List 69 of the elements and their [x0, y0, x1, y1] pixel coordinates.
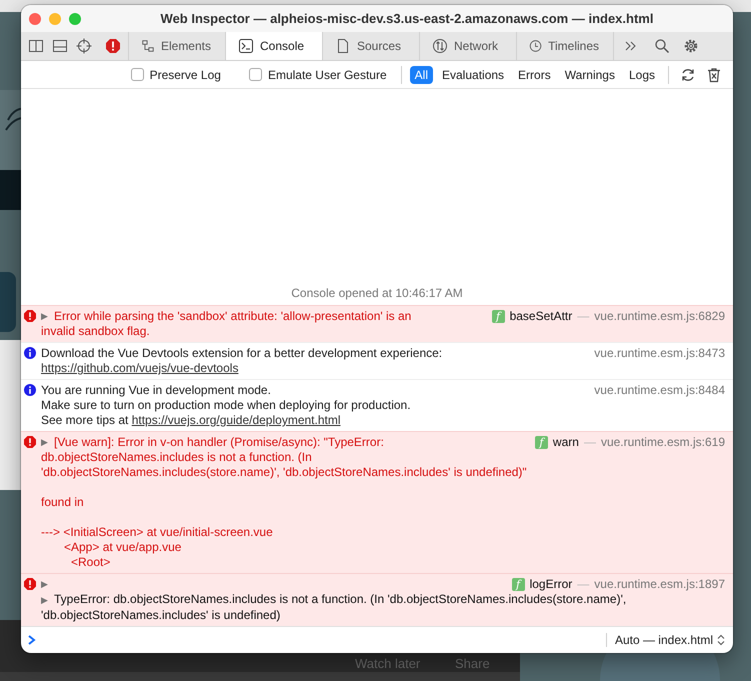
message-text: Error while parsing the 'sandbox' attribute: 'allow-presentation' is an	[54, 309, 412, 323]
settings-icon[interactable]	[683, 38, 699, 54]
message-text: invalid sandbox flag.	[41, 324, 150, 338]
source-link[interactable]: vue.runtime.esm.js:619	[600, 435, 725, 450]
message-text: You are running Vue in development mode.	[41, 383, 271, 397]
separator: —	[577, 309, 590, 324]
source-link[interactable]: vue.runtime.esm.js:1897	[594, 577, 725, 592]
filter-button[interactable]: Evaluations	[437, 66, 510, 84]
separator: —	[577, 577, 590, 592]
console-opened-note: Console opened at 10:46:17 AM	[291, 286, 463, 300]
source-link[interactable]: vue.runtime.esm.js:6829	[594, 309, 725, 324]
filter-button[interactable]: Errors	[513, 66, 556, 84]
message-text: ---> <InitialScreen> at vue/initial-screen.vue	[41, 525, 273, 539]
error-icon[interactable]	[105, 38, 121, 54]
background-text: Watch later	[355, 656, 420, 671]
separator: —	[584, 435, 596, 450]
tab-icon	[238, 38, 254, 54]
source-link[interactable]: vue.runtime.esm.js:8473	[594, 346, 725, 361]
message-text: See more tips at	[41, 413, 128, 427]
error-icon	[24, 578, 36, 590]
background-text: Share	[455, 656, 490, 671]
expand-triangle[interactable]: ▶	[41, 435, 48, 450]
info-icon	[24, 347, 36, 359]
link[interactable]: https://github.com/vuejs/vue-devtools	[41, 361, 238, 375]
reload-icon[interactable]	[680, 66, 696, 82]
filter-button[interactable]: Warnings	[560, 66, 620, 84]
split-horizontal-icon[interactable]	[52, 38, 68, 54]
trash-icon[interactable]	[706, 66, 722, 82]
function-name[interactable]: logError	[530, 577, 572, 592]
function-name[interactable]: warn	[552, 435, 579, 450]
filter-button[interactable]: All	[410, 66, 433, 84]
message-text: TypeError: db.objectStoreNames.includes is not a function. (In 'db.objectStoreNames.includes(store.name)',	[54, 592, 626, 606]
filter-button[interactable]: Logs	[624, 66, 660, 84]
error-icon	[24, 310, 36, 322]
message-text: found in	[41, 495, 84, 509]
info-icon	[24, 384, 36, 396]
message-text: 'db.objectStoreNames.includes' is undefined)	[41, 608, 280, 622]
context-selector[interactable]: Auto — index.html	[606, 633, 727, 647]
updown-caret-icon	[717, 634, 725, 646]
expand-triangle[interactable]: ▶	[41, 595, 48, 605]
tab[interactable]: Console	[226, 32, 323, 60]
source-link[interactable]: vue.runtime.esm.js:8484	[594, 383, 725, 398]
message-text: Download the Vue Devtools extension for a better development experience:	[41, 346, 442, 360]
message-text: <Root>	[71, 555, 110, 569]
prompt-chevron-icon	[27, 634, 37, 646]
checkbox[interactable]: Emulate User Gesture	[242, 66, 393, 82]
tab-icon	[141, 38, 155, 54]
tab-icon	[335, 38, 351, 54]
function-icon: f	[534, 436, 548, 449]
function-icon: f	[512, 578, 525, 591]
link[interactable]: https://vuejs.org/guide/deployment.html	[132, 413, 340, 427]
search-icon[interactable]	[654, 38, 670, 54]
expand-triangle[interactable]: ▶	[41, 577, 48, 592]
split-vertical-icon[interactable]	[28, 38, 44, 54]
message-text: <App> at vue/app.vue	[64, 540, 182, 554]
checkbox[interactable]: Preserve Log	[124, 66, 227, 82]
close-button[interactable]	[29, 12, 41, 24]
window-title: Web Inspector — alpheios-misc-dev.s3.us-east-2.amazonaws.com — index.html	[160, 11, 654, 26]
function-icon: f	[492, 310, 505, 323]
message-text: 'db.objectStoreNames.includes(store.name)', 'db.objectStoreNames.includes' is undefined)"	[41, 465, 527, 479]
tab-icon	[432, 38, 448, 54]
message-text: [Vue warn]: Error in v-on handler (Promise/async): "TypeError:	[54, 435, 384, 449]
message-text: Make sure to turn on production mode when deploying for production.	[41, 398, 411, 412]
tab-icon	[529, 38, 542, 54]
function-name[interactable]: baseSetAttr	[510, 309, 572, 324]
expand-triangle[interactable]: ▶	[41, 309, 48, 324]
crosshair-icon[interactable]	[76, 38, 92, 54]
error-icon	[24, 436, 36, 448]
message-text: db.objectStoreNames.includes is not a function. (In	[41, 450, 312, 464]
